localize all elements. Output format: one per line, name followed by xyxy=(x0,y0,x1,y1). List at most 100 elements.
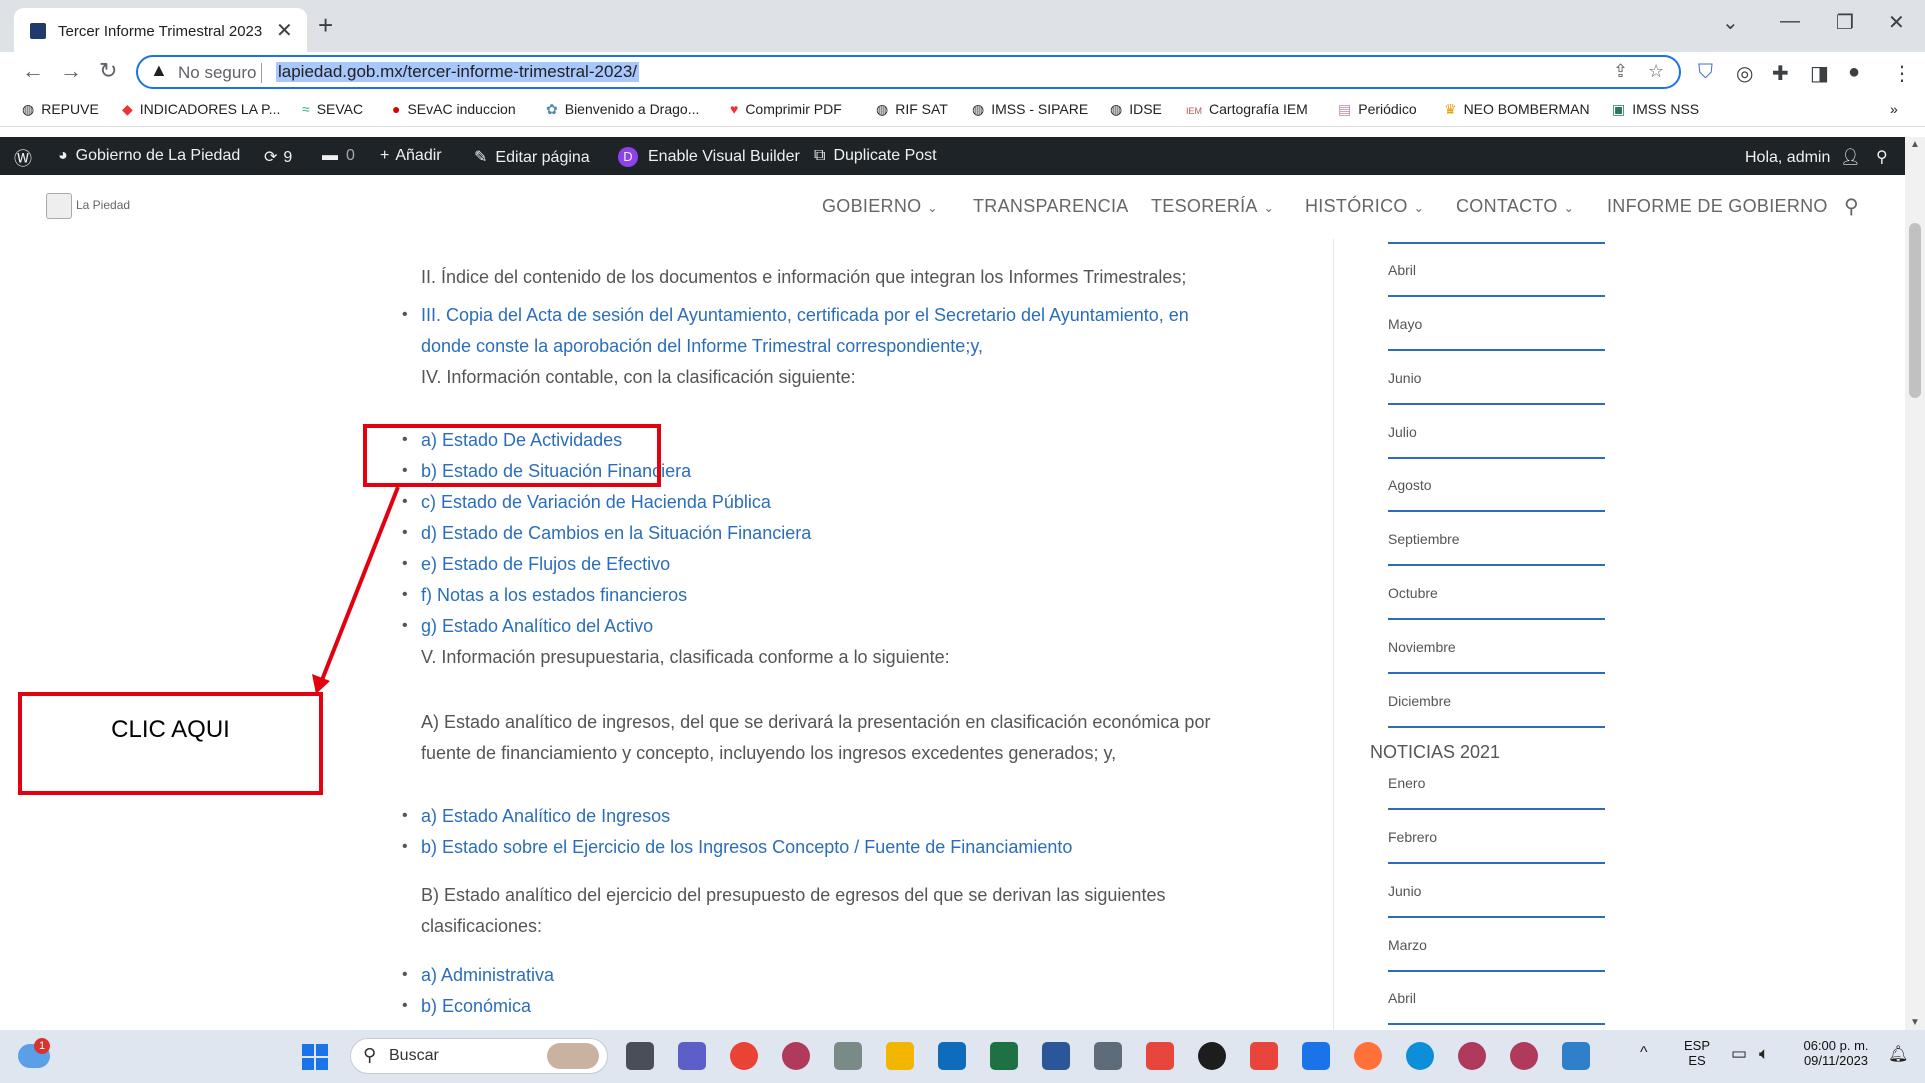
task-view-icon[interactable] xyxy=(626,1042,654,1070)
link-analitico-ingresos[interactable]: a) Estado Analítico de Ingresos xyxy=(421,806,670,827)
edge-icon[interactable] xyxy=(1406,1042,1434,1070)
windows-start-icon[interactable] xyxy=(302,1044,328,1070)
sidebar-month-noviembre[interactable]: Noviembre xyxy=(1388,639,1456,655)
app-icon[interactable] xyxy=(1458,1042,1486,1070)
warning-icon[interactable]: ▲ xyxy=(150,60,168,81)
new-tab-icon[interactable]: + xyxy=(318,10,333,41)
scrollbar-thumb[interactable] xyxy=(1909,223,1921,398)
bookmark-drago[interactable]: ✿ Bienvenido a Drago... xyxy=(546,101,699,118)
nav-informe-de-gobierno[interactable]: INFORME DE GOBIERNO xyxy=(1607,196,1828,217)
nav-tesoreria[interactable]: TESORERÍA ⌄ xyxy=(1151,196,1274,217)
link-analitico-activo[interactable]: g) Estado Analítico del Activo xyxy=(421,616,653,637)
bookmark-imss-sipare[interactable]: ◍ IMSS - SIPARE xyxy=(972,101,1088,118)
admin-search-icon[interactable]: ⚲ xyxy=(1876,147,1888,167)
forward-icon[interactable]: → xyxy=(60,58,82,84)
word-icon[interactable] xyxy=(1042,1042,1070,1070)
chrome-icon[interactable] xyxy=(730,1042,758,1070)
restore-icon[interactable]: ❐ xyxy=(1836,10,1854,35)
bookmark-comprimir-pdf[interactable]: ♥ Comprimir PDF xyxy=(730,101,842,117)
link-variacion-hacienda[interactable]: c) Estado de Variación de Hacienda Públi… xyxy=(421,492,771,513)
bookmark-star-icon[interactable]: ☆ xyxy=(1648,61,1664,82)
site-logo[interactable]: La Piedad xyxy=(46,193,130,219)
close-tab-icon[interactable]: ✕ xyxy=(276,18,293,43)
puzzle-extensions-icon[interactable]: ✚ xyxy=(1772,61,1789,86)
security-label[interactable]: No seguro xyxy=(178,63,256,83)
url-text[interactable]: lapiedad.gob.mx/tercer-informe-trimestra… xyxy=(276,62,640,82)
sidebar-month-octubre[interactable]: Octubre xyxy=(1388,585,1438,601)
sidebar-2021-marzo[interactable]: Marzo xyxy=(1388,937,1427,953)
close-window-icon[interactable]: ✕ xyxy=(1888,10,1905,35)
app-icon[interactable] xyxy=(834,1042,862,1070)
link-notas-estados[interactable]: f) Notas a los estados financieros xyxy=(421,585,687,606)
sidebar-2021-abril[interactable]: Abril xyxy=(1388,990,1416,1006)
mail-icon[interactable] xyxy=(938,1042,966,1070)
scroll-down-icon[interactable]: ▼ xyxy=(1910,1017,1920,1028)
side-panel-icon[interactable]: ◨ xyxy=(1810,61,1829,86)
sidebar-2021-febrero[interactable]: Febrero xyxy=(1388,829,1437,845)
chevron-up-icon[interactable]: ^ xyxy=(1640,1044,1648,1062)
nav-contacto[interactable]: CONTACTO ⌄ xyxy=(1456,196,1574,217)
link-economica[interactable]: b) Económica xyxy=(421,996,531,1017)
link-acta-sesion[interactable]: III. Copia del Acta de sesión del Ayunta… xyxy=(421,305,1189,326)
wordpress-logo-icon[interactable]: Ⓦ xyxy=(14,145,32,171)
address-bar[interactable]: ▲ No seguro lapiedad.gob.mx/tercer-infor… xyxy=(136,55,1681,89)
link-administrativa[interactable]: a) Administrativa xyxy=(421,965,554,986)
scroll-up-icon[interactable]: ▲ xyxy=(1910,139,1920,150)
excel-icon[interactable] xyxy=(990,1042,1018,1070)
volume-icon[interactable]: 🔈︎ xyxy=(1759,1044,1769,1064)
bookmark-sevac[interactable]: ≈ SEVAC xyxy=(302,101,363,117)
firefox-icon[interactable] xyxy=(1354,1042,1382,1070)
nav-transparencia[interactable]: TRANSPARENCIA xyxy=(973,196,1129,217)
vscode-icon[interactable] xyxy=(1562,1042,1590,1070)
bookmark-idse[interactable]: ◍ IDSE xyxy=(1110,101,1162,118)
bookmark-imss-nss[interactable]: ▣ IMSS NSS xyxy=(1612,101,1699,118)
shield-extension-icon[interactable]: ⛉ xyxy=(1698,61,1713,84)
duplicate-post-link[interactable]: ⧉ Duplicate Post xyxy=(814,147,937,165)
notepad-icon[interactable] xyxy=(1302,1042,1330,1070)
site-search-icon[interactable]: ⚲ xyxy=(1844,194,1859,219)
bookmark-repuve[interactable]: ◍ REPUVE xyxy=(22,101,99,118)
updates-link[interactable]: ⟳ 9 xyxy=(264,147,292,167)
bookmark-rif-sat[interactable]: ◍ RIF SAT xyxy=(876,101,948,118)
add-new-link[interactable]: + Añadir xyxy=(380,147,442,165)
app-icon[interactable] xyxy=(1146,1042,1174,1070)
taskbar-search[interactable]: ⚲ Buscar xyxy=(350,1038,608,1074)
minimize-icon[interactable]: — xyxy=(1780,10,1800,33)
reload-icon[interactable]: ↻ xyxy=(99,58,117,84)
tab-search-icon[interactable]: ⌄ xyxy=(1722,10,1739,35)
browser-tab[interactable]: Tercer Informe Trimestral 2023 | ✕ xyxy=(14,8,307,52)
link-cambios-situacion[interactable]: d) Estado de Cambios en la Situación Fin… xyxy=(421,523,811,544)
calculator-icon[interactable] xyxy=(1094,1042,1122,1070)
link-ejercicio-ingresos[interactable]: b) Estado sobre el Ejercicio de los Ingr… xyxy=(421,837,1072,858)
bookmark-neo-bomberman[interactable]: ♛ NEO BOMBERMAN xyxy=(1444,101,1590,118)
account-menu[interactable]: Hola, admin 👤︎ xyxy=(1745,147,1861,167)
bookmarks-overflow[interactable]: » xyxy=(1890,101,1898,117)
file-explorer-icon[interactable] xyxy=(886,1042,914,1070)
sidebar-2021-enero[interactable]: Enero xyxy=(1388,775,1425,791)
visual-builder-link[interactable]: D Enable Visual Builder xyxy=(618,147,800,167)
sidebar-month-julio[interactable]: Julio xyxy=(1388,424,1417,440)
bookmark-cartografia[interactable]: IEM Cartografía IEM xyxy=(1186,101,1308,117)
nav-historico[interactable]: HISTÓRICO ⌄ xyxy=(1305,196,1424,217)
link-acta-sesion-cont[interactable]: donde conste la aporobación del Informe … xyxy=(421,336,983,357)
comments-link[interactable]: ▬ 0 xyxy=(322,147,355,165)
sidebar-2021-junio[interactable]: Junio xyxy=(1388,883,1421,899)
bookmark-sevac-induccion[interactable]: ● SEvAC induccion xyxy=(392,101,516,117)
app-icon[interactable] xyxy=(1198,1042,1226,1070)
language-indicator[interactable]: ESP ES xyxy=(1684,1038,1710,1068)
sidebar-month-agosto[interactable]: Agosto xyxy=(1388,477,1432,493)
edit-page-link[interactable]: ✎ Editar página xyxy=(474,147,590,167)
clock[interactable]: 06:00 p. m. 09/11/2023 xyxy=(1796,1038,1876,1068)
extension-icon[interactable]: ◎ xyxy=(1736,61,1753,86)
link-flujos-efectivo[interactable]: e) Estado de Flujos de Efectivo xyxy=(421,554,670,575)
network-icon[interactable]: ▭ xyxy=(1731,1044,1747,1064)
bookmark-periodico[interactable]: ▤ Periódico xyxy=(1338,101,1417,118)
back-icon[interactable]: ← xyxy=(22,58,44,84)
sidebar-month-diciembre[interactable]: Diciembre xyxy=(1388,693,1451,709)
sidebar-month-abril[interactable]: Abril xyxy=(1388,262,1416,278)
sidebar-month-junio[interactable]: Junio xyxy=(1388,370,1421,386)
sidebar-month-mayo[interactable]: Mayo xyxy=(1388,316,1422,332)
profile-avatar-icon[interactable]: ● xyxy=(1848,61,1860,84)
app-icon[interactable] xyxy=(1510,1042,1538,1070)
site-name-link[interactable]: ◕ Gobierno de La Piedad xyxy=(58,147,240,165)
